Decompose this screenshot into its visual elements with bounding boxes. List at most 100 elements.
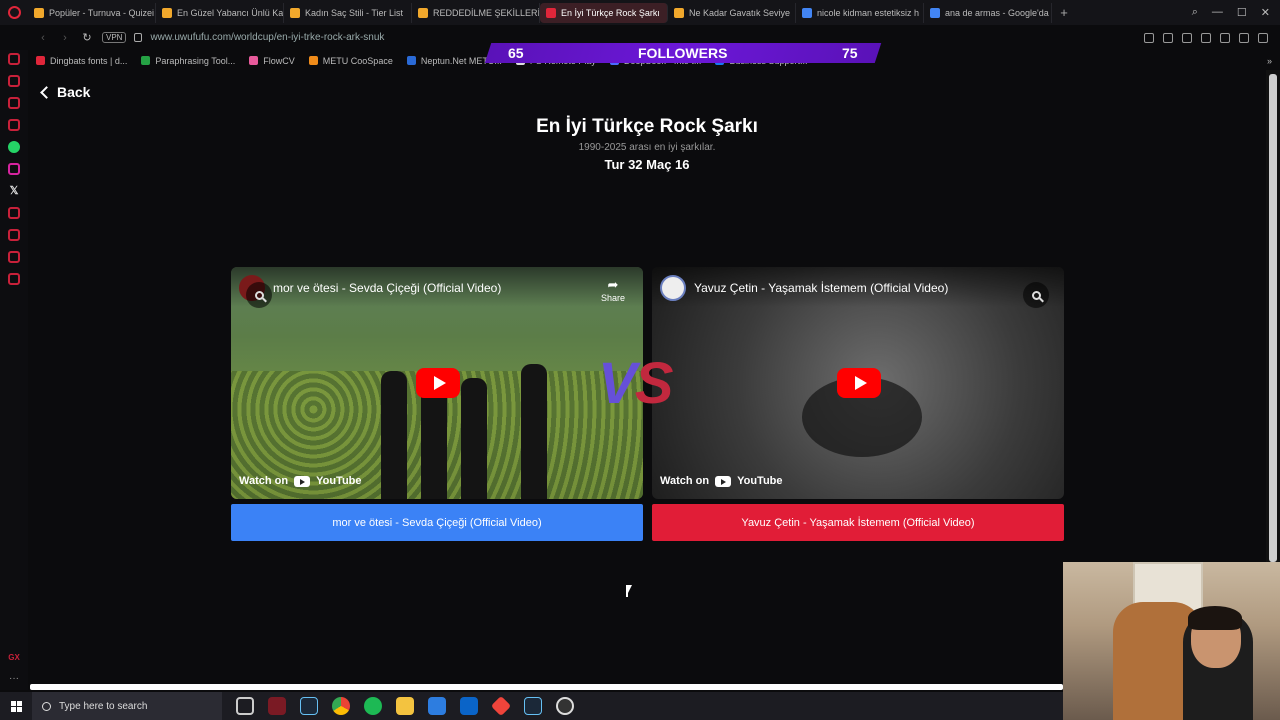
outlook-icon[interactable] — [460, 697, 478, 715]
video-title-left[interactable]: mor ve ötesi - Sevda Çiçeği (Official Vi… — [273, 281, 501, 295]
chrome-icon[interactable] — [332, 697, 350, 715]
tab-label: Ne Kadar Gavatık Seviye — [689, 7, 791, 18]
file-explorer-icon[interactable] — [396, 697, 414, 715]
tab-label: En Güzel Yabancı Ünlü Ka — [177, 7, 284, 18]
title-block: En İyi Türkçe Rock Şarkı 1990-2025 arası… — [28, 116, 1266, 172]
search-icon — [42, 701, 51, 711]
video-player-right[interactable]: Yavuz Çetin - Yaşamak İstemem (Official … — [652, 267, 1064, 499]
vpn-badge[interactable]: VPN — [102, 32, 127, 43]
followers-overlay: 65 FOLLOWERS 75 — [484, 43, 882, 63]
minimize-icon[interactable]: — — [1212, 6, 1223, 19]
play-icon — [433, 376, 446, 390]
player-icon[interactable] — [8, 207, 20, 219]
page-subtitle: 1990-2025 arası en iyi şarkılar. — [578, 142, 716, 153]
extensions-sidebar-icon[interactable] — [8, 251, 20, 263]
browser-tab[interactable]: Kadın Saç Stili - Tier List — [284, 2, 412, 23]
share-button[interactable]: ➦ Share — [601, 277, 625, 303]
steam-icon[interactable] — [300, 697, 318, 715]
followers-left-count: 65 — [508, 45, 524, 61]
task-view-icon[interactable] — [236, 697, 254, 715]
bookmark-label: Dingbats fonts | d... — [50, 55, 128, 66]
obs-icon[interactable] — [556, 697, 574, 715]
snapshot-icon[interactable] — [1163, 32, 1173, 43]
zoom-icon[interactable] — [246, 282, 272, 308]
tab-label: En İyi Türkçe Rock Şarkı — [561, 7, 660, 18]
bookmark-item[interactable]: FlowCV — [249, 56, 295, 66]
gx-label: GX — [8, 653, 20, 662]
discord-icon[interactable] — [8, 119, 20, 131]
search-icon[interactable]: ⌕ — [1192, 6, 1198, 19]
watch-on-youtube-right[interactable]: Watch on YouTube — [660, 475, 783, 487]
back-button[interactable]: Back — [40, 84, 90, 100]
more-dots-icon[interactable]: ··· — [9, 673, 19, 684]
play-button-right[interactable] — [837, 368, 881, 398]
tab-label: nicole kidman estetiksiz h — [817, 7, 920, 18]
tab-favicon-icon — [546, 7, 556, 18]
twitch-icon[interactable] — [8, 97, 20, 109]
taskbar-search-input[interactable]: Type here to search — [32, 692, 222, 720]
scrollbar-thumb[interactable] — [1269, 74, 1277, 562]
tab-label: Popüler - Turnuva - Quizei — [49, 7, 155, 18]
heart-icon[interactable] — [1201, 32, 1211, 43]
youtube-logo-icon — [715, 475, 732, 487]
settings-icon[interactable] — [8, 273, 20, 285]
browser-tab[interactable]: Popüler - Turnuva - Quizei — [28, 2, 156, 23]
forward-arrow-icon[interactable]: › — [58, 32, 72, 44]
address-bar-actions — [1144, 32, 1280, 43]
bookmark-icon[interactable] — [1144, 32, 1154, 43]
choose-right-button[interactable]: Yavuz Çetin - Yaşamak İstemem (Official … — [652, 504, 1064, 541]
url-field[interactable]: www.uwufufu.com/worldcup/en-iyi-trke-roc… — [150, 32, 384, 43]
maximize-icon[interactable]: ☐ — [1237, 6, 1247, 19]
watch-on-youtube-left[interactable]: Watch on YouTube — [239, 475, 362, 487]
bookmark-label: FlowCV — [263, 55, 295, 66]
new-tab-button[interactable]: + — [1052, 5, 1076, 20]
bookmarks-more-button[interactable]: » — [1267, 56, 1280, 66]
window-controls: ⌕ — ☐ ✕ — [1192, 6, 1280, 19]
bookmark-label: METU CooSpace — [322, 55, 393, 66]
browser-tab[interactable]: En Güzel Yabancı Ünlü Ka — [156, 2, 284, 23]
anydesk-icon[interactable] — [490, 695, 512, 717]
history-icon[interactable] — [8, 229, 20, 241]
shield-icon[interactable] — [1182, 32, 1192, 43]
x-icon[interactable]: 𝕏 — [8, 185, 20, 197]
reload-icon[interactable]: ↻ — [80, 31, 94, 44]
gx-corner-icon[interactable] — [8, 75, 20, 87]
spotify-icon[interactable] — [364, 697, 382, 715]
close-icon[interactable]: ✕ — [1261, 6, 1270, 19]
browser-tab[interactable]: Ne Kadar Gavatık Seviye — [668, 2, 796, 23]
video-title-right[interactable]: Yavuz Çetin - Yaşamak İstemem (Official … — [694, 281, 948, 295]
play-button-left[interactable] — [416, 368, 460, 398]
instagram-icon[interactable] — [8, 163, 20, 175]
video-player-left[interactable]: mor ve ötesi - Sevda Çiçeği (Official Vi… — [231, 267, 643, 499]
tab-favicon-icon — [674, 7, 684, 18]
bookmark-item[interactable]: METU CooSpace — [308, 55, 393, 66]
chevron-left-icon — [40, 85, 53, 99]
page-title: En İyi Türkçe Rock Şarkı — [536, 116, 758, 137]
browser-tab[interactable]: ana de armas - Google'da — [924, 2, 1052, 23]
lock-icon[interactable] — [134, 33, 143, 42]
gx-control-icon[interactable] — [8, 53, 20, 65]
browser-tab[interactable]: nicole kidman estetiksiz h — [796, 2, 924, 23]
extensions-icon[interactable] — [1220, 32, 1230, 43]
back-arrow-icon[interactable]: ‹ — [36, 32, 50, 44]
download-icon[interactable] — [1239, 32, 1249, 43]
windows-start-icon[interactable] — [0, 692, 32, 720]
steam-icon[interactable] — [524, 697, 542, 715]
opera-gx-icon[interactable] — [268, 697, 286, 715]
choose-left-button[interactable]: mor ve ötesi - Sevda Çiçeği (Official Vi… — [231, 504, 643, 541]
whatsapp-icon[interactable] — [8, 141, 20, 153]
zoom-icon[interactable] — [1023, 282, 1049, 308]
browser-tab[interactable]: REDDEDİLME ŞEKİLLERİ — [412, 2, 540, 23]
menu-icon[interactable] — [1258, 32, 1268, 43]
channel-avatar[interactable] — [660, 275, 686, 301]
opera-gx-logo-icon[interactable] — [0, 0, 28, 25]
horizontal-scrollbar[interactable] — [30, 684, 1063, 690]
microsoft-store-icon[interactable] — [428, 697, 446, 715]
tab-label: REDDEDİLME ŞEKİLLERİ — [433, 7, 540, 18]
bookmark-item[interactable]: Dingbats fonts | d... — [36, 56, 127, 66]
browser-tab[interactable]: En İyi Türkçe Rock Şarkı — [540, 2, 668, 23]
bookmark-item[interactable]: Paraphrasing Tool... — [141, 56, 235, 66]
bookmark-label: Paraphrasing Tool... — [155, 55, 236, 66]
tab-favicon-icon — [290, 7, 300, 18]
band-member-figure — [421, 387, 447, 499]
